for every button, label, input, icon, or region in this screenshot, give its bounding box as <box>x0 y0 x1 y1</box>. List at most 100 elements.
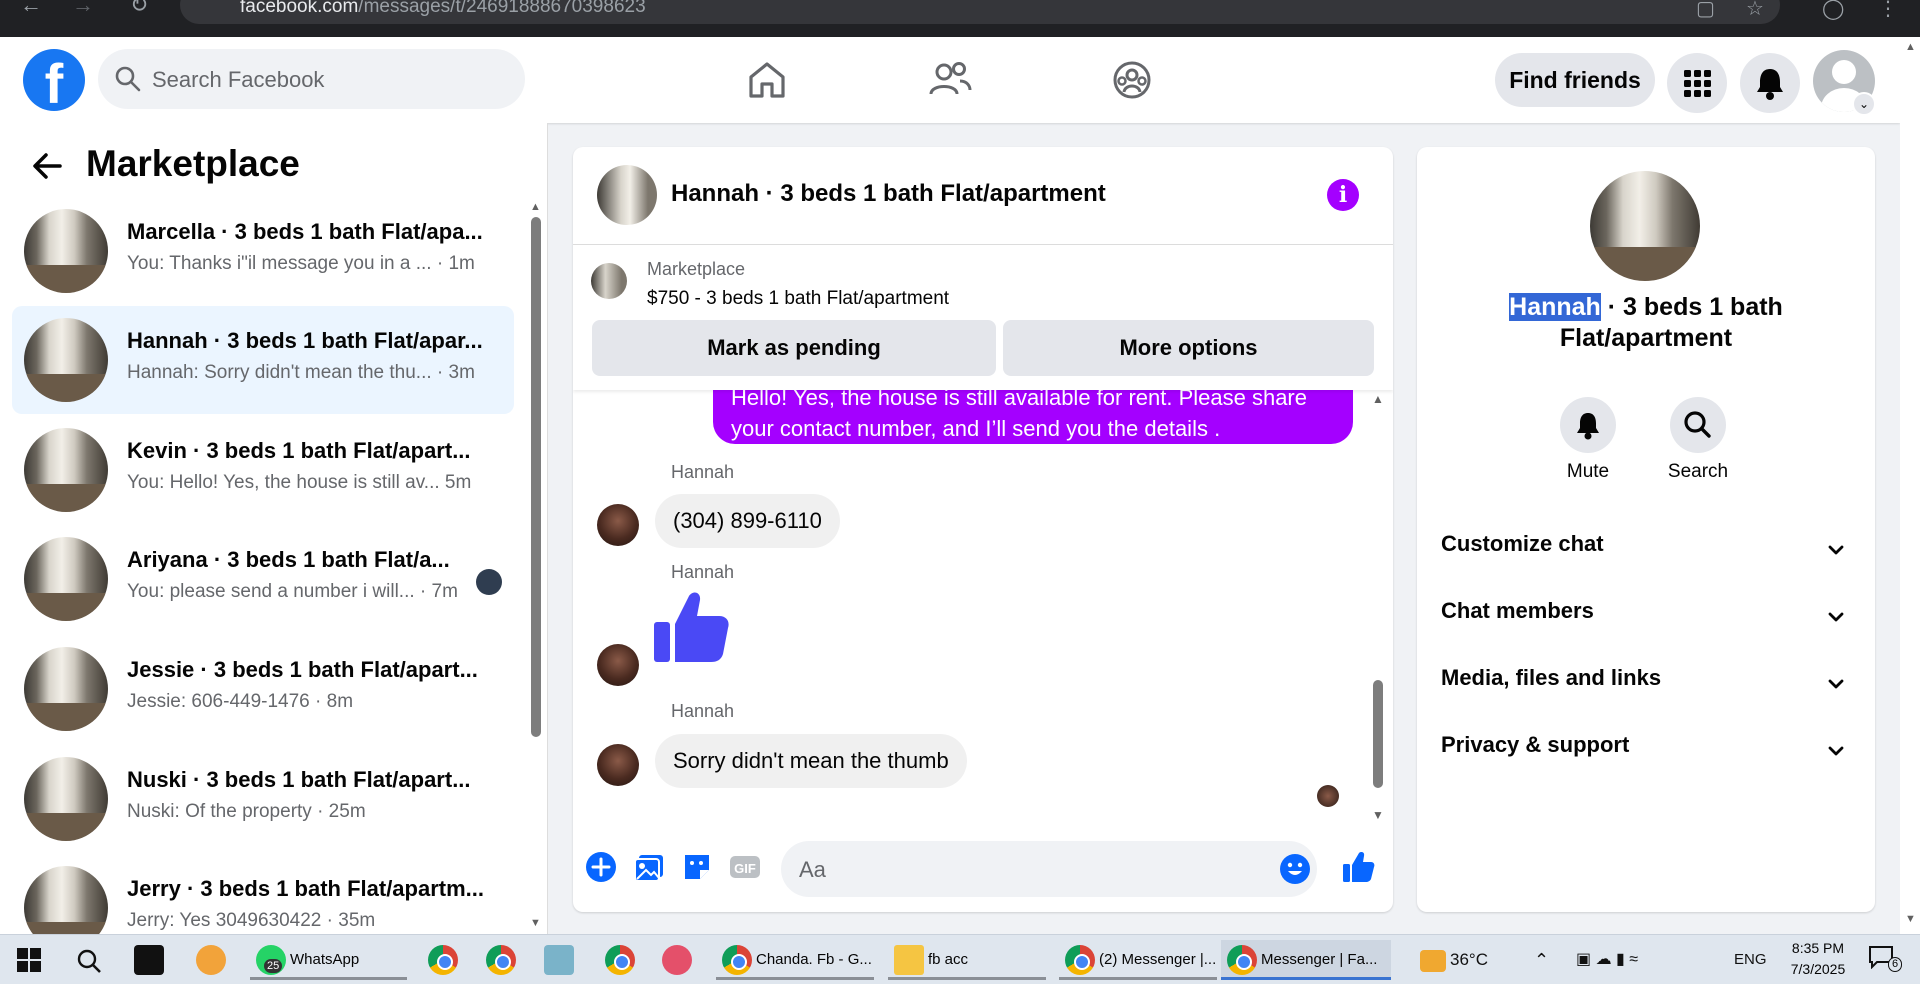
address-bar[interactable]: facebook.com/messages/t/2469188867039862… <box>180 0 1780 24</box>
mute-action[interactable]: Mute <box>1543 397 1633 483</box>
privacy-support-section[interactable]: Privacy & support <box>1441 732 1851 772</box>
tray-icons[interactable]: ▣ ☁ ▮ ≈ <box>1576 940 1638 980</box>
back-arrow-icon[interactable] <box>30 149 64 183</box>
notifications-center[interactable]: 6 <box>1868 945 1908 975</box>
sender-avatar[interactable] <box>597 504 639 546</box>
notes-app-icon[interactable] <box>544 940 578 980</box>
terminal-app-icon[interactable] <box>134 940 168 980</box>
taskbar-whatsapp[interactable]: 25 WhatsApp <box>250 940 407 980</box>
whatsapp-badge: 25 <box>264 959 283 974</box>
sender-avatar[interactable] <box>597 744 639 786</box>
info-icon[interactable]: i <box>1327 179 1359 211</box>
section-label: Customize chat <box>1441 531 1604 556</box>
windows-taskbar: 25 WhatsApp Chanda. Fb - G... fb acc (2) … <box>0 934 1920 984</box>
chat-title[interactable]: Hannah · 3 beds 1 bath Flat/apartment <box>671 180 1106 208</box>
bell-icon <box>1577 413 1599 440</box>
weather-icon <box>1420 949 1446 972</box>
profile-icon[interactable]: ◯ <box>1822 0 1844 21</box>
back-icon[interactable]: ← <box>20 0 50 16</box>
reload-icon[interactable]: ↻ <box>130 0 160 16</box>
browser-toolbar: ← → ↻ facebook.com/messages/t/2469188867… <box>0 0 1920 37</box>
chevron-down-icon <box>1828 612 1844 622</box>
conversation-item[interactable]: Nuski · 3 beds 1 bath Flat/apart... Nusk… <box>12 745 514 853</box>
plus-circle-icon[interactable] <box>584 850 618 884</box>
conversation-item[interactable]: Ariyana · 3 beds 1 bath Flat/a... You: p… <box>12 525 514 633</box>
clock[interactable]: 8:35 PM 7/3/2025 <box>1778 938 1858 980</box>
more-options-button[interactable]: More options <box>1003 320 1374 376</box>
section-label: Privacy & support <box>1441 732 1630 757</box>
listing-title[interactable]: $750 - 3 beds 1 bath Flat/apartment <box>647 288 949 310</box>
media-files-links-section[interactable]: Media, files and links <box>1441 665 1851 705</box>
search-label: Search <box>1667 461 1729 482</box>
paint-app-icon[interactable] <box>662 940 696 980</box>
photo-icon[interactable] <box>632 850 666 884</box>
window-label: fb acc <box>928 951 969 968</box>
conversation-item[interactable]: Jerry · 3 beds 1 bath Flat/apartm... Jer… <box>12 854 514 934</box>
chevron-up-icon[interactable]: ⌃ <box>1534 940 1549 980</box>
menu-dots-icon[interactable]: ⋮ <box>1878 0 1898 21</box>
page-scrollbar[interactable]: ▲ ▼ <box>1900 37 1920 934</box>
chevron-down-icon <box>1828 545 1844 555</box>
forward-icon[interactable]: → <box>72 0 102 16</box>
conversation-name: Marcella · 3 beds 1 bath Flat/apa... <box>127 219 483 244</box>
taskbar-folder-window[interactable]: fb acc <box>888 940 1046 980</box>
chat-header: Hannah · 3 beds 1 bath Flat/apartment i <box>573 147 1393 245</box>
sticker-icon[interactable] <box>680 850 714 884</box>
listing-thumbnail[interactable] <box>591 263 627 299</box>
conversation-item[interactable]: Jessie · 3 beds 1 bath Flat/apart... Jes… <box>12 635 514 743</box>
weather-temp: 36°C <box>1450 950 1488 969</box>
bookmark-star-icon[interactable]: ☆ <box>1746 0 1764 21</box>
conversation-item-active[interactable]: Hannah · 3 beds 1 bath Flat/apar... Hann… <box>12 306 514 414</box>
language-indicator[interactable]: ENG <box>1734 940 1767 980</box>
conversation-thumbnail <box>24 757 108 841</box>
window-label: Messenger | Fa... <box>1261 951 1378 968</box>
taskbar-chrome-window[interactable]: Chanda. Fb - G... <box>716 940 874 980</box>
groups-icon[interactable] <box>1109 57 1155 103</box>
clock-time: 8:35 PM <box>1791 940 1845 956</box>
search-placeholder: Search Facebook <box>152 67 325 92</box>
chevron-down-icon[interactable]: ⌄ <box>1852 92 1876 116</box>
chat-details-panel: Hannah · 3 beds 1 bath Flat/apartment Mu… <box>1417 147 1875 912</box>
chat-avatar[interactable] <box>597 165 657 225</box>
conversation-preview: You: please send a number i will... · 7m <box>127 581 458 602</box>
profile-avatar[interactable] <box>1590 171 1700 281</box>
search-bar[interactable]: Search Facebook <box>98 49 525 109</box>
emoji-icon[interactable] <box>1279 853 1311 885</box>
window-label: (2) Messenger |... <box>1099 951 1217 968</box>
home-icon[interactable] <box>744 57 790 103</box>
like-icon[interactable] <box>1341 850 1375 884</box>
facebook-logo[interactable]: f <box>23 49 85 111</box>
conversation-item[interactable]: Kevin · 3 beds 1 bath Flat/apart... You:… <box>12 416 514 524</box>
taskbar-chrome-window-active[interactable]: Messenger | Fa... <box>1221 940 1391 980</box>
conversation-preview: Nuski: Of the property · 25m <box>127 801 366 822</box>
chat-members-section[interactable]: Chat members <box>1441 598 1851 638</box>
chevron-down-icon <box>1828 679 1844 689</box>
menu-button[interactable] <box>1667 53 1727 113</box>
search-icon[interactable] <box>75 947 103 975</box>
game-app-icon[interactable] <box>196 940 230 980</box>
conversation-name: Hannah · 3 beds 1 bath Flat/apar... <box>127 328 483 353</box>
notifications-button[interactable] <box>1740 53 1800 113</box>
windows-start-icon[interactable] <box>17 948 41 972</box>
search-action[interactable]: Search <box>1653 397 1743 483</box>
chat-details-title: Hannah · 3 beds 1 bath Flat/apartment <box>1467 292 1825 354</box>
message-input[interactable]: Aa <box>781 841 1317 897</box>
message-placeholder: Aa <box>799 857 826 882</box>
gif-icon[interactable]: GIF <box>728 850 762 884</box>
weather-widget[interactable]: 36°C <box>1420 940 1488 980</box>
message-scrollbar[interactable]: ▲ ▼ <box>1369 390 1387 825</box>
taskbar-chrome-window[interactable]: (2) Messenger |... <box>1059 940 1217 980</box>
chrome-icon[interactable] <box>428 940 462 980</box>
cast-icon[interactable]: ▢ <box>1696 0 1715 21</box>
find-friends-button[interactable]: Find friends <box>1495 53 1655 107</box>
conversation-list-scrollbar[interactable]: ▲ ▼ <box>528 201 544 934</box>
sender-avatar[interactable] <box>597 644 639 686</box>
message-thread: Hello! Yes, the house is still available… <box>573 390 1393 825</box>
conversation-item[interactable]: Marcella · 3 beds 1 bath Flat/apa... You… <box>12 197 514 305</box>
customize-chat-section[interactable]: Customize chat <box>1441 531 1851 571</box>
mark-as-pending-button[interactable]: Mark as pending <box>592 320 996 376</box>
chrome-icon[interactable] <box>605 940 639 980</box>
friends-icon[interactable] <box>927 57 973 103</box>
apps-grid-icon <box>1684 70 1711 97</box>
chrome-icon[interactable] <box>486 940 520 980</box>
